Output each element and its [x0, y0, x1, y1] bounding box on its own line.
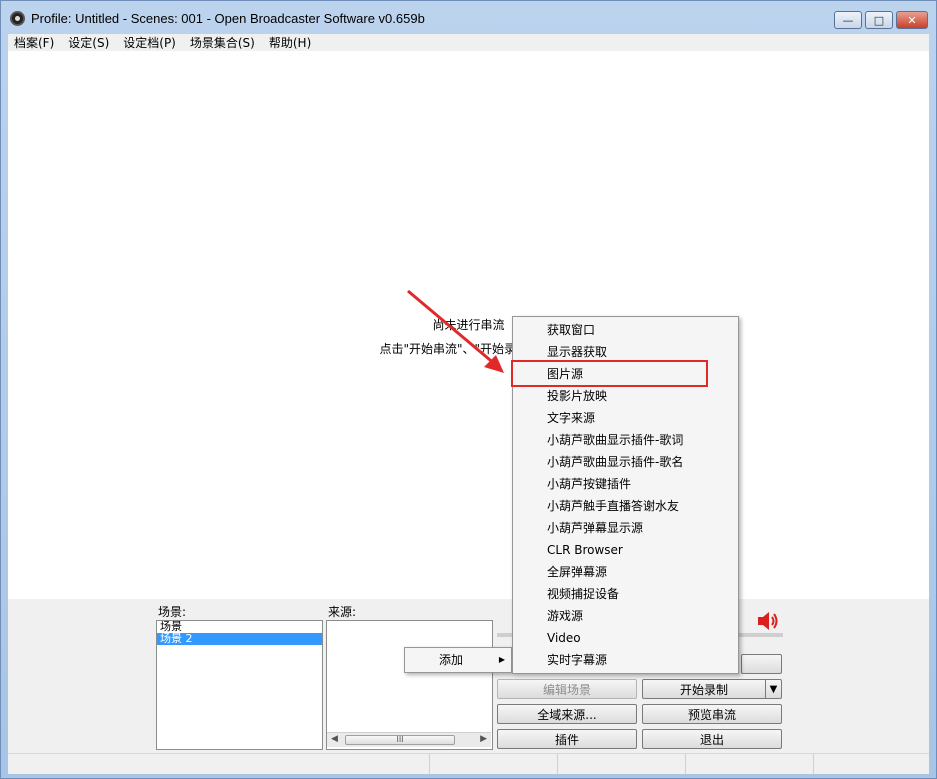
scroll-right-icon[interactable]: ▶: [480, 734, 487, 744]
menu-item-lyrics-plugin[interactable]: 小葫芦歌曲显示插件-歌词: [513, 429, 738, 451]
menu-help[interactable]: 帮助(H): [269, 34, 311, 51]
menu-item-danmaku-source[interactable]: 小葫芦弹幕显示源: [513, 517, 738, 539]
highlight-annotation-box: [511, 360, 708, 387]
status-segment: [430, 754, 558, 774]
maximize-icon: □: [873, 13, 885, 27]
obs-logo-icon: [10, 11, 25, 26]
minimize-icon: —: [842, 13, 854, 27]
menu-bar: 档案(F) 设定(S) 设定档(P) 场景集合(S) 帮助(H): [8, 34, 929, 51]
status-segment: [686, 754, 814, 774]
preview-stream-button[interactable]: 预览串流: [642, 704, 782, 724]
status-segment: [558, 754, 686, 774]
menu-item-add[interactable]: 添加 ▶: [405, 648, 511, 672]
window-title: Profile: Untitled - Scenes: 001 - Open B…: [31, 11, 425, 26]
list-item[interactable]: 场景 2: [157, 633, 322, 645]
menu-item-video-capture[interactable]: 视频捕捉设备: [513, 583, 738, 605]
menu-settings[interactable]: 设定(S): [68, 34, 109, 51]
scroll-thumb[interactable]: III: [345, 735, 455, 745]
menu-item-live-caption[interactable]: 实时字幕源: [513, 649, 738, 671]
menu-item-text-source[interactable]: 文字来源: [513, 407, 738, 429]
title-bar[interactable]: Profile: Untitled - Scenes: 001 - Open B…: [1, 1, 936, 34]
start-recording-button[interactable]: 开始录制 ▼: [642, 679, 782, 699]
menu-item-window-capture[interactable]: 获取窗口: [513, 319, 738, 341]
close-button[interactable]: ✕: [896, 11, 928, 29]
scenes-list[interactable]: 场景 场景 2: [156, 620, 323, 750]
speaker-icon[interactable]: [756, 609, 780, 633]
sources-scrollbar[interactable]: ◀ III ▶: [327, 732, 491, 747]
exit-button[interactable]: 退出: [642, 729, 782, 749]
status-bar: [8, 753, 929, 774]
menu-item-slideshow[interactable]: 投影片放映: [513, 385, 738, 407]
edit-scene-button[interactable]: 编辑场景: [497, 679, 637, 699]
menu-file[interactable]: 档案(F): [14, 34, 54, 51]
menu-item-song-name-plugin[interactable]: 小葫芦歌曲显示插件-歌名: [513, 451, 738, 473]
plugins-button[interactable]: 插件: [497, 729, 637, 749]
global-sources-button[interactable]: 全域来源...: [497, 704, 637, 724]
menu-item-add-label: 添加: [439, 653, 464, 667]
status-segment: [8, 754, 430, 774]
menu-item-hotkey-plugin[interactable]: 小葫芦按键插件: [513, 473, 738, 495]
menu-item-thanks-plugin[interactable]: 小葫芦触手直播答谢水友: [513, 495, 738, 517]
menu-item-clr-browser[interactable]: CLR Browser: [513, 539, 738, 561]
menu-item-video[interactable]: Video: [513, 627, 738, 649]
scroll-left-icon[interactable]: ◀: [331, 734, 338, 744]
sources-context-menu: 添加 ▶: [404, 647, 512, 673]
chevron-down-icon[interactable]: ▼: [765, 680, 781, 698]
maximize-button[interactable]: □: [865, 11, 893, 29]
hidden-button[interactable]: [741, 654, 782, 674]
sources-list[interactable]: [326, 620, 493, 750]
start-recording-label: 开始录制: [679, 682, 728, 697]
menu-item-fullscreen-danmaku[interactable]: 全屏弹幕源: [513, 561, 738, 583]
menu-item-game-source[interactable]: 游戏源: [513, 605, 738, 627]
annotation-arrow-icon: [407, 289, 504, 373]
window-controls: — □ ✕: [834, 11, 928, 29]
menu-scene-collection[interactable]: 场景集合(S): [190, 34, 255, 51]
submenu-arrow-icon: ▶: [498, 655, 505, 664]
minimize-button[interactable]: —: [834, 11, 862, 29]
sources-label: 来源:: [328, 605, 357, 619]
close-icon: ✕: [907, 13, 917, 27]
scenes-label: 场景:: [158, 605, 187, 619]
menu-profile[interactable]: 设定档(P): [123, 34, 176, 51]
